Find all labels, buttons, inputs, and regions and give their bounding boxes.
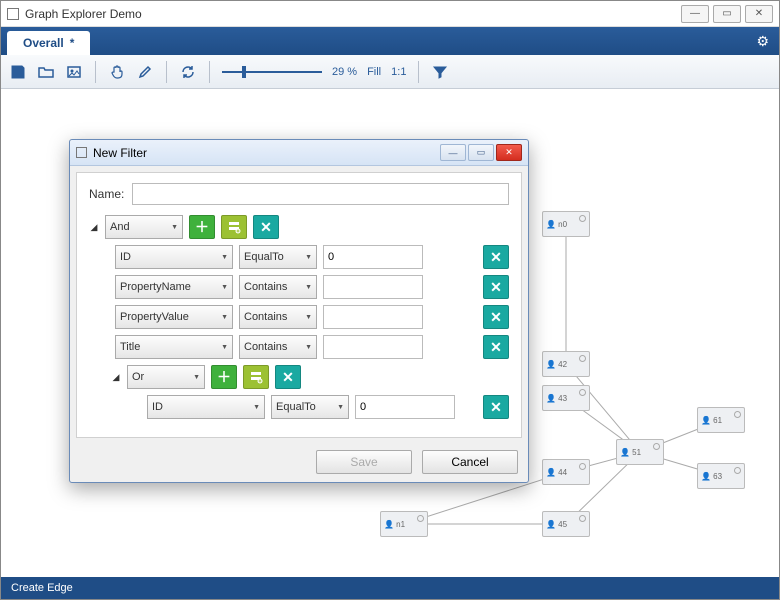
- window-maximize-button[interactable]: ▭: [713, 5, 741, 23]
- remove-condition-button[interactable]: ✕: [483, 335, 509, 359]
- graph-node[interactable]: 👤 61: [697, 407, 745, 433]
- dialog-minimize-button[interactable]: —: [440, 144, 466, 161]
- add-group-button[interactable]: [243, 365, 269, 389]
- dialog-maximize-button[interactable]: ▭: [468, 144, 494, 161]
- remove-condition-button[interactable]: ✕: [483, 305, 509, 329]
- field-select[interactable]: PropertyName▼: [115, 275, 233, 299]
- group-operator-select[interactable]: Or▼: [127, 365, 205, 389]
- tabstrip: Overall * ⚙: [1, 27, 779, 55]
- filter-group-or: ◢ Or▼ ＋ ✕: [111, 365, 509, 389]
- graph-node[interactable]: 👤 n0: [542, 211, 590, 237]
- refresh-icon[interactable]: [179, 63, 197, 81]
- filter-tree: ◢ And▼ ＋ ✕ ID▼EqualTo▼✕PropertyName▼Cont…: [89, 215, 509, 419]
- zoom-slider[interactable]: [222, 71, 322, 73]
- app-title: Graph Explorer Demo: [25, 7, 142, 21]
- dialog-body: Name: ◢ And▼ ＋ ✕ ID▼EqualTo▼✕PropertyNam…: [76, 172, 522, 438]
- graph-node[interactable]: 👤 44: [542, 459, 590, 485]
- tab-overall[interactable]: Overall *: [7, 31, 90, 55]
- filter-group-or-wrapper: ◢ Or▼ ＋ ✕ ID▼EqualTo▼ ✕: [111, 365, 509, 419]
- graph-node[interactable]: 👤 63: [697, 463, 745, 489]
- graph-node[interactable]: 👤 45: [542, 511, 590, 537]
- name-input[interactable]: [132, 183, 509, 205]
- add-condition-button[interactable]: ＋: [211, 365, 237, 389]
- image-icon[interactable]: [65, 63, 83, 81]
- field-select[interactable]: PropertyValue▼: [115, 305, 233, 329]
- cancel-button[interactable]: Cancel: [422, 450, 518, 474]
- dialog-title: New Filter: [93, 146, 147, 160]
- add-condition-button[interactable]: ＋: [189, 215, 215, 239]
- toolbar: 29 % Fill 1:1: [1, 55, 779, 89]
- comparator-select[interactable]: Contains▼: [239, 335, 317, 359]
- group-operator-select[interactable]: And▼: [105, 215, 183, 239]
- edit-icon[interactable]: [136, 63, 154, 81]
- status-bar: Create Edge: [1, 577, 779, 599]
- remove-condition-button[interactable]: ✕: [483, 245, 509, 269]
- expand-toggle-icon[interactable]: ◢: [89, 222, 99, 233]
- new-filter-dialog: New Filter — ▭ ✕ Name: ◢ And▼ ＋: [69, 139, 529, 483]
- remove-group-button[interactable]: ✕: [275, 365, 301, 389]
- add-group-button[interactable]: [221, 215, 247, 239]
- value-input[interactable]: [323, 245, 423, 269]
- graph-node[interactable]: 👤 n1: [380, 511, 428, 537]
- tab-dirty-marker: *: [70, 36, 75, 50]
- graph-node[interactable]: 👤 51: [616, 439, 664, 465]
- tab-label: Overall: [23, 36, 64, 50]
- gear-icon[interactable]: ⚙: [756, 33, 769, 50]
- remove-condition-button[interactable]: ✕: [483, 275, 509, 299]
- remove-condition-button[interactable]: ✕: [483, 395, 509, 419]
- value-input[interactable]: [323, 335, 423, 359]
- graph-node[interactable]: 👤 43: [542, 385, 590, 411]
- remove-group-button[interactable]: ✕: [253, 215, 279, 239]
- comparator-select[interactable]: EqualTo▼: [271, 395, 349, 419]
- app-icon: [7, 8, 19, 20]
- dialog-icon: [76, 147, 87, 158]
- filter-condition-row: ID▼EqualTo▼ ✕: [115, 245, 509, 269]
- zoom-thumb[interactable]: [242, 66, 246, 78]
- comparator-select[interactable]: EqualTo▼: [239, 245, 317, 269]
- field-select[interactable]: ID▼: [147, 395, 265, 419]
- comparator-select[interactable]: Contains▼: [239, 305, 317, 329]
- filter-condition-row: PropertyValue▼Contains▼ ✕: [115, 305, 509, 329]
- value-input[interactable]: [355, 395, 455, 419]
- value-input[interactable]: [323, 275, 423, 299]
- filter-condition-row: ID▼EqualTo▼ ✕: [147, 395, 509, 419]
- window-minimize-button[interactable]: —: [681, 5, 709, 23]
- zoom-fill-button[interactable]: Fill: [367, 66, 381, 78]
- zoom-1to1-button[interactable]: 1:1: [391, 66, 406, 78]
- window-close-button[interactable]: ✕: [745, 5, 773, 23]
- open-icon[interactable]: [37, 63, 55, 81]
- comparator-select[interactable]: Contains▼: [239, 275, 317, 299]
- zoom-percent-label: 29 %: [332, 66, 357, 78]
- filter-condition-row: Title▼Contains▼ ✕: [115, 335, 509, 359]
- status-text: Create Edge: [11, 582, 73, 594]
- field-select[interactable]: ID▼: [115, 245, 233, 269]
- pan-icon[interactable]: [108, 63, 126, 81]
- value-input[interactable]: [323, 305, 423, 329]
- save-button[interactable]: Save: [316, 450, 412, 474]
- save-icon[interactable]: [9, 63, 27, 81]
- field-select[interactable]: Title▼: [115, 335, 233, 359]
- dialog-titlebar[interactable]: New Filter — ▭ ✕: [70, 140, 528, 166]
- graph-node[interactable]: 👤 42: [542, 351, 590, 377]
- expand-toggle-icon[interactable]: ◢: [111, 372, 121, 383]
- dialog-close-button[interactable]: ✕: [496, 144, 522, 161]
- app-titlebar: Graph Explorer Demo — ▭ ✕: [1, 1, 779, 27]
- filter-condition-row: PropertyName▼Contains▼ ✕: [115, 275, 509, 299]
- dialog-button-row: Save Cancel: [70, 444, 528, 482]
- filter-group-and: ◢ And▼ ＋ ✕: [89, 215, 509, 239]
- app-window: Graph Explorer Demo — ▭ ✕ Overall * ⚙ 29…: [0, 0, 780, 600]
- name-label: Name:: [89, 187, 124, 201]
- filter-icon[interactable]: [431, 63, 449, 81]
